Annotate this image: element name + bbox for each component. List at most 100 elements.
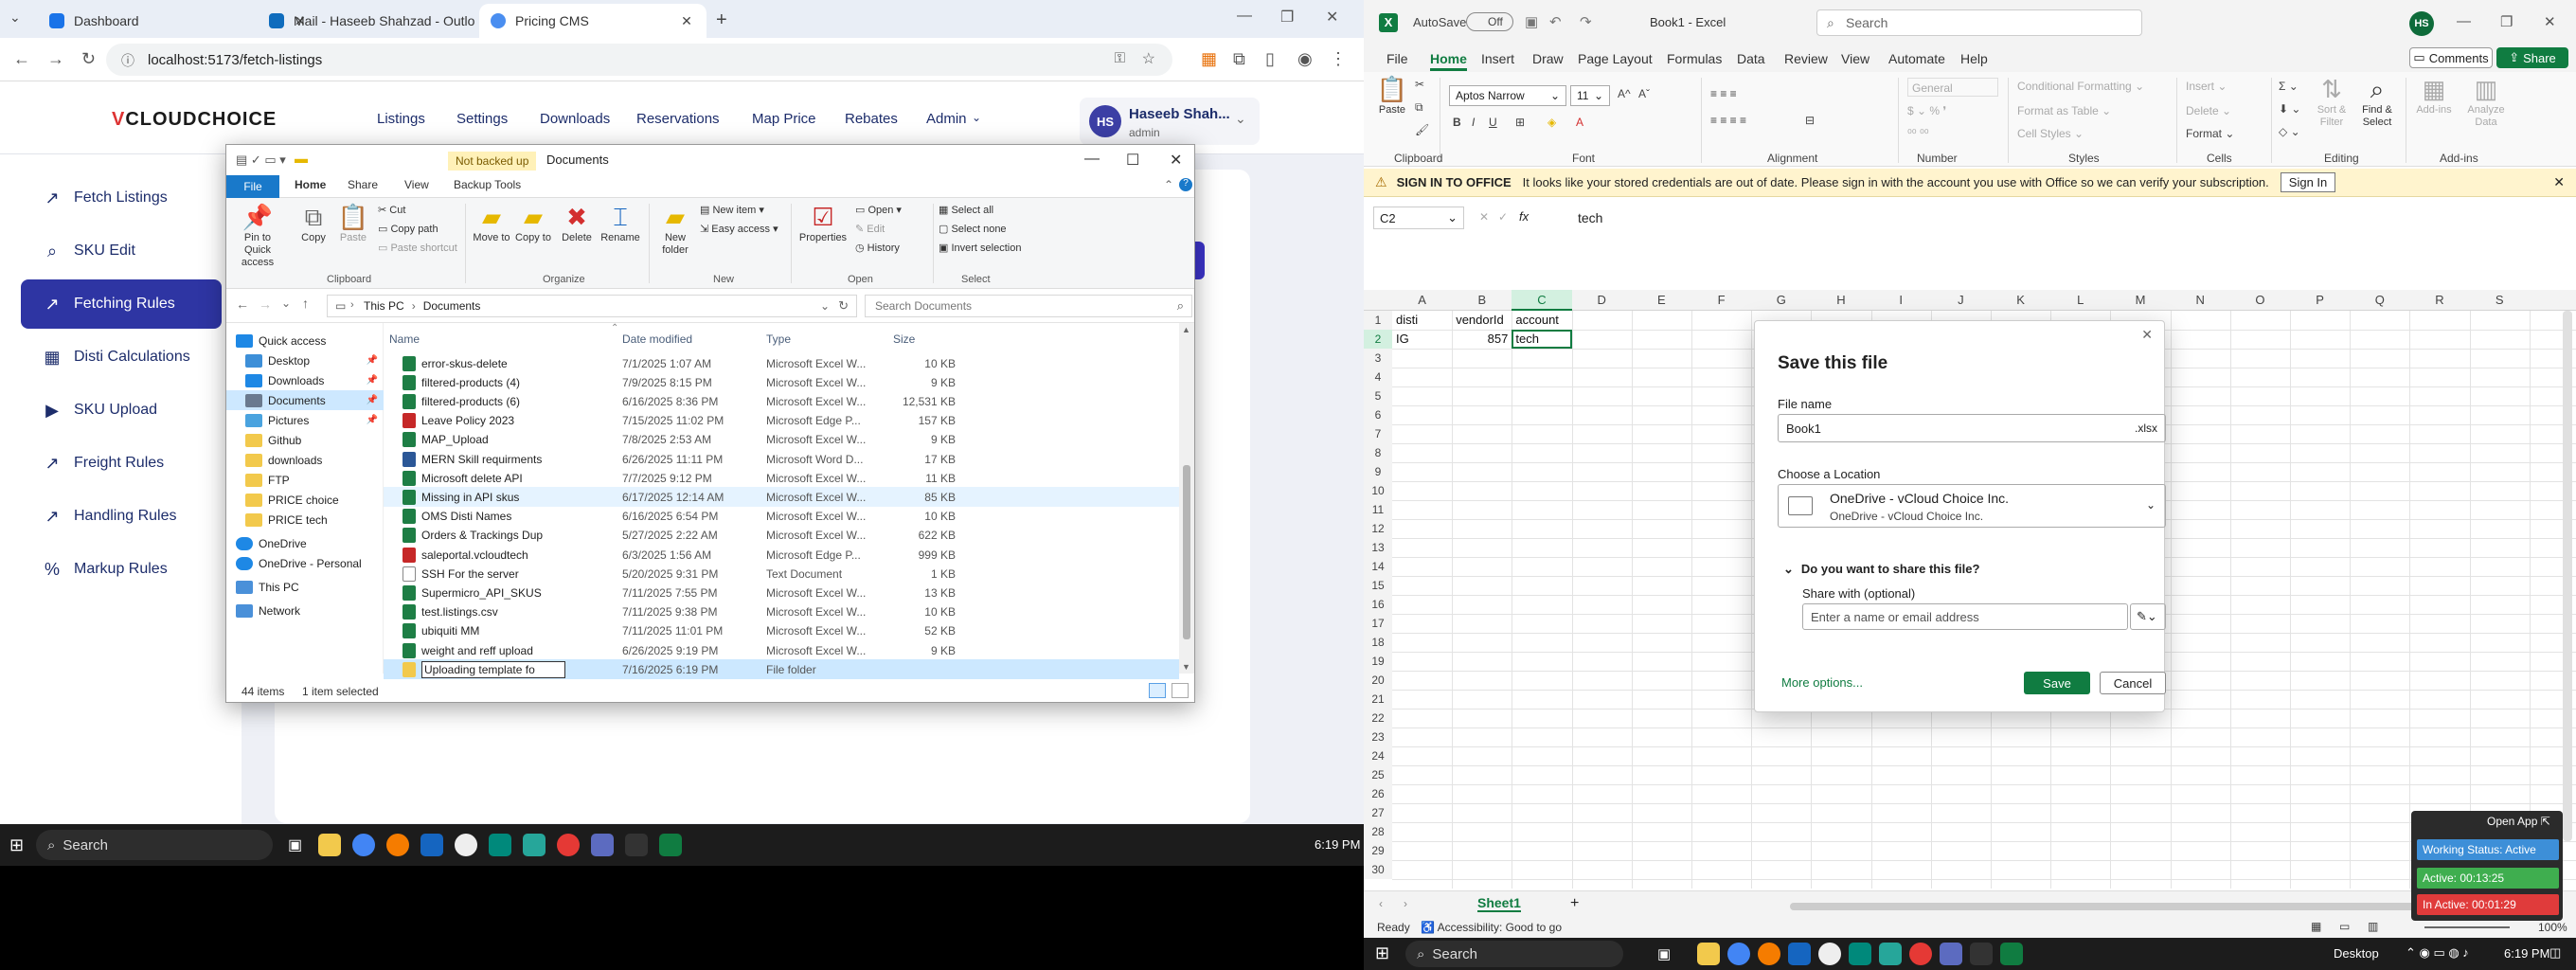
explorer-close-button[interactable]: ✕ [1170,151,1182,170]
column-header[interactable]: G [1751,290,1811,311]
terminal-taskbar-icon[interactable] [1970,943,1993,965]
analyze-data-button[interactable]: ▥ Analyze Data [2462,76,2510,129]
column-header[interactable]: P [2290,290,2350,311]
close-button[interactable]: ✕ [1326,8,1338,27]
large-icons-view-icon[interactable] [1172,683,1189,698]
increase-font-icon[interactable]: A^ [1618,87,1631,100]
copy-path-button[interactable]: ▭ Copy path [378,223,438,235]
name-box[interactable]: C2 ⌄ [1373,207,1464,229]
scrollbar-thumb[interactable] [1183,465,1190,639]
profile-icon[interactable]: ◉ [1297,49,1313,69]
copy-icon[interactable]: ⧉ [1415,100,1423,115]
sidebar-item-markup-rules[interactable]: % Markup Rules [21,545,222,594]
row-header[interactable]: 24 [1364,746,1392,765]
app-taskbar-icon[interactable] [1879,943,1902,965]
move-to-button[interactable]: ▰ Move to [473,204,510,244]
copy-button[interactable]: ⧉ Copy [296,204,331,244]
share-toggle[interactable]: ⌄ Do you want to share this file? [1783,562,1979,577]
merge-icon[interactable]: ⊟ [1805,114,1815,127]
row-header[interactable]: 9 [1364,462,1392,481]
nav-item-documents[interactable]: Documents 📌 [226,390,384,410]
font-size-select[interactable]: 11 ⌄ [1570,85,1610,106]
find-select-button[interactable]: ⌕ Find & Select [2356,76,2398,129]
row-header[interactable]: 19 [1364,652,1392,671]
paste-button[interactable]: 📋 Paste [336,204,370,244]
tab-help[interactable]: Help [1960,51,1988,66]
zoom-taskbar-icon[interactable] [420,834,443,856]
file-row-renaming[interactable]: Uploading template fo 7/16/2025 6:19 PM Fi… [384,659,1179,680]
column-header[interactable]: O [2230,290,2290,311]
autosave-toggle[interactable]: Off [1466,12,1513,31]
app-taskbar-icon[interactable] [1909,943,1932,965]
properties-button[interactable]: ☑ Properties [798,204,848,244]
formula-input[interactable]: tech [1578,210,1602,225]
file-row[interactable]: Orders & Trackings Dup 5/27/2025 2:22 AM M… [384,526,1179,546]
new-tab-button[interactable]: + [716,9,727,31]
fill-icon[interactable]: ⬇ ⌄ [2279,102,2300,116]
row-header[interactable]: 16 [1364,595,1392,614]
insert-function-button[interactable]: fx [1519,209,1529,224]
tab-backup-tools[interactable]: Backup Tools [454,178,521,191]
file-row[interactable]: ubiquiti MM 7/11/2025 11:01 PM Microsoft E… [384,621,1179,641]
nav-item-downloads[interactable]: downloads [226,450,384,470]
file-row[interactable]: weight and reff upload 6/26/2025 9:19 PM M… [384,640,1179,660]
tab-file[interactable]: File [1386,51,1408,66]
row-header[interactable]: 7 [1364,424,1392,443]
scroll-down-icon[interactable]: ▼ [1182,662,1190,672]
share-button[interactable]: ⇪ Share [2496,47,2568,68]
nav-item-network[interactable]: Network [226,601,384,620]
share-email-input[interactable]: Enter a name or email address [1802,603,2128,630]
taskbar-search[interactable]: ⌕ Search [36,830,273,860]
forward-icon[interactable]: → [259,296,272,312]
insert-cells-button[interactable]: Insert ⌄ [2186,80,2227,93]
paste-button[interactable]: 📋 Paste [1373,76,1411,117]
not-backed-up-badge[interactable]: Not backed up [448,152,537,171]
github-taskbar-icon[interactable] [1818,943,1841,965]
normal-view-icon[interactable]: ▦ [2311,920,2321,933]
decimal-icon[interactable]: ⁰⁰ ⁰⁰ [1907,127,1929,140]
column-name[interactable]: Name [389,332,420,346]
select-none-button[interactable]: ▢ Select none [939,223,1007,235]
more-options-link[interactable]: More options... [1781,675,1863,690]
clear-icon[interactable]: ◇ ⌄ [2279,125,2300,138]
invert-selection-button[interactable]: ▣ Invert selection [939,242,1021,254]
accessibility-status[interactable]: ♿ Accessibility: Good to go [1421,921,1562,934]
file-row[interactable]: Microsoft delete API 7/7/2025 9:12 PM Micr… [384,468,1179,488]
tab-home[interactable]: Home [295,178,326,191]
file-row[interactable]: filtered-products (4) 7/9/2025 8:15 PM Mic… [384,372,1179,392]
zoom-slider[interactable] [2424,926,2510,928]
row-header[interactable]: 26 [1364,784,1392,803]
currency-icon[interactable]: $ ⌄ % ❜ [1907,104,1946,117]
cell-a2[interactable]: IG [1392,330,1452,349]
nav-item-onedrive-personal[interactable]: OneDrive - Personal [226,553,384,573]
copy-to-button[interactable]: ▰ Copy to [514,204,552,244]
file-list-scrollbar[interactable]: ▲ ▼ [1179,323,1194,674]
comments-button[interactable]: ▭ Comments [2409,47,2493,68]
file-row[interactable]: error-skus-delete 7/1/2025 1:07 AM Microso… [384,353,1179,373]
explorer-address-bar[interactable]: ▭ › This PC › Documents ⌄ ↻ [327,295,857,317]
extensions-puzzle-icon[interactable]: ⧉ [1233,49,1245,69]
page-break-view-icon[interactable]: ▥ [2368,920,2378,933]
sheet-tab-sheet1[interactable]: Sheet1 [1477,895,1521,912]
column-header[interactable]: S [2470,290,2530,311]
nav-settings[interactable]: Settings [456,111,508,127]
format-painter-icon[interactable]: 🖌 [1415,123,1429,136]
cut-button[interactable]: ✂ Cut [378,204,405,216]
minimize-button[interactable]: — [1237,8,1252,25]
tab-home[interactable]: Home [1430,51,1467,71]
italic-icon[interactable]: I [1472,116,1475,129]
extension-grid-icon[interactable]: ▦ [1201,49,1217,69]
app-taskbar-icon[interactable] [1849,943,1871,965]
open-app-link[interactable]: Open App ⇱ [2487,815,2550,828]
cell-b2[interactable]: 857 [1452,330,1512,349]
column-header[interactable]: C [1512,290,1572,311]
paste-shortcut-button[interactable]: ▭ Paste shortcut [378,242,457,254]
nav-item-downloads[interactable]: Downloads 📌 [226,370,384,390]
address-dropdown-icon[interactable]: ⌄ [820,299,830,313]
file-explorer-taskbar-icon[interactable] [318,834,341,856]
tab-file[interactable]: File [226,175,279,198]
column-header[interactable]: R [2409,290,2469,311]
nav-map-price[interactable]: Map Price [752,111,816,127]
borders-icon[interactable]: ⊞ [1515,116,1525,129]
zoom-taskbar-icon[interactable] [1788,943,1811,965]
